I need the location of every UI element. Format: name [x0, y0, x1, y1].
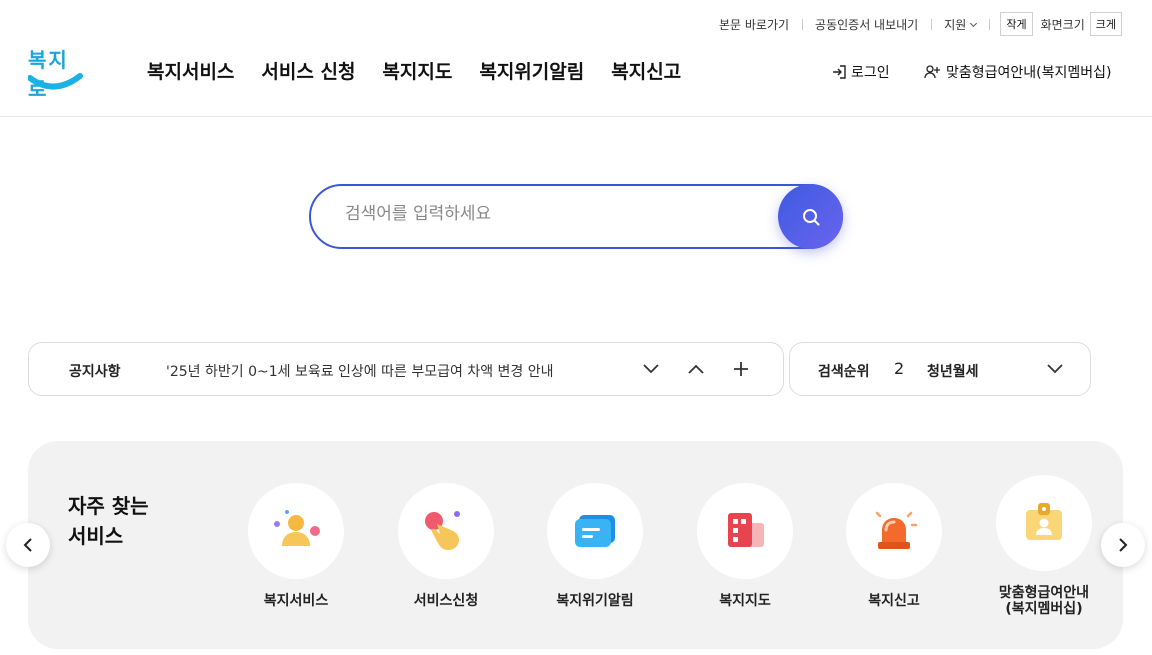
user-add-icon [924, 65, 940, 79]
plus-icon [734, 362, 748, 376]
search-button[interactable] [778, 184, 843, 249]
chevron-down-icon [970, 19, 978, 27]
nav-welfare-map[interactable]: 복지지도 [382, 57, 452, 84]
login-icon [833, 65, 846, 79]
service-icon-circle [398, 483, 494, 579]
service-label-line1: 맞춤형급여안내 [998, 585, 1090, 601]
frequent-services: 자주 찾는 서비스 복지서비스 서비스신청 복지위기알림 복지지도 복지신고 맞… [28, 441, 1123, 649]
notice-label: 공지사항 [69, 364, 121, 380]
person-icon [274, 510, 320, 546]
service-icon-circle [996, 475, 1092, 571]
service-item[interactable]: 복지지도 [675, 483, 815, 609]
membership-button[interactable]: 맞춤형급여안내(복지멤버십) [924, 62, 1111, 82]
font-large-button[interactable]: 크게 [1089, 12, 1122, 36]
section-title-line1: 자주 찾는 [68, 494, 149, 518]
notice-text[interactable]: '25년 하반기 0~1세 보육료 인상에 따른 부모급여 차액 변경 안내 [166, 361, 554, 381]
nav-service-apply[interactable]: 서비스 신청 [261, 57, 355, 84]
service-label: 복지서비스 [263, 593, 329, 609]
service-item[interactable]: 복지신고 [824, 483, 964, 609]
service-icon-circle [547, 483, 643, 579]
membership-label: 맞춤형급여안내(복지멤버십) [946, 65, 1112, 81]
export-cert-link[interactable]: 공동인증서 내보내기 [802, 16, 931, 33]
rank-term[interactable]: 청년월세 [927, 361, 979, 381]
service-item[interactable]: 서비스신청 [376, 483, 516, 609]
service-icon-circle [697, 483, 793, 579]
nav-crisis-alert[interactable]: 복지위기알림 [479, 57, 584, 84]
search-icon [802, 208, 819, 225]
chevron-down-icon [1047, 364, 1063, 374]
hand-tap-icon [425, 511, 460, 550]
search-input[interactable] [345, 204, 765, 224]
notice-prev-button[interactable] [683, 356, 709, 382]
utility-bar: 본문 바로가기 공동인증서 내보내기 지원 작게 화면크기 크게 [706, 12, 1122, 36]
notice-more-button[interactable] [728, 356, 754, 382]
service-label-line2: (복지멤버십) [1005, 601, 1083, 617]
skip-to-content-link[interactable]: 본문 바로가기 [706, 16, 802, 33]
service-label: 복지신고 [868, 593, 920, 609]
service-label: 맞춤형급여안내 (복지멤버십) [974, 585, 1114, 617]
search-box [309, 184, 843, 249]
carousel-prev-button[interactable] [6, 523, 50, 567]
rank-label: 검색순위 [818, 364, 870, 380]
rank-number: 2 [894, 359, 905, 378]
logo[interactable]: 복지로 [28, 44, 84, 101]
service-label: 복지위기알림 [556, 593, 634, 609]
login-button[interactable]: 로그인 [831, 62, 890, 82]
service-icon-circle [846, 483, 942, 579]
chevron-down-icon [643, 364, 659, 374]
nav-welfare-service[interactable]: 복지서비스 [147, 57, 234, 84]
service-icon-circle [248, 483, 344, 579]
building-icon [728, 513, 764, 547]
chevron-right-icon [1119, 538, 1128, 552]
service-item[interactable]: 복지위기알림 [525, 483, 665, 609]
service-item[interactable]: 맞춤형급여안내 (복지멤버십) [974, 475, 1114, 617]
chevron-left-icon [23, 538, 32, 552]
service-label: 복지지도 [719, 593, 771, 609]
support-label: 지원 [944, 17, 967, 32]
carousel-next-button[interactable] [1101, 523, 1145, 567]
header-divider [0, 116, 1152, 117]
chevron-up-icon [688, 364, 704, 374]
main-nav: 복지서비스 서비스 신청 복지지도 복지위기알림 복지신고 [147, 57, 681, 84]
rank-expand-button[interactable] [1042, 356, 1068, 382]
nav-welfare-report[interactable]: 복지신고 [611, 57, 681, 84]
service-label: 서비스신청 [413, 593, 479, 609]
font-size-label: 화면크기 [1040, 17, 1085, 32]
login-label: 로그인 [851, 65, 890, 81]
message-icon [575, 515, 615, 547]
support-menu[interactable]: 지원 [931, 16, 989, 33]
font-small-button[interactable]: 작게 [1000, 12, 1033, 36]
siren-icon [875, 511, 918, 549]
section-title: 자주 찾는 서비스 [68, 491, 149, 551]
id-badge-icon [1026, 503, 1062, 540]
section-title-line2: 서비스 [68, 524, 124, 548]
notice-bar: 공지사항 '25년 하반기 0~1세 보육료 인상에 따른 부모급여 차액 변경… [28, 342, 784, 396]
search-rank-bar: 검색순위 2 청년월세 [789, 342, 1091, 396]
divider [989, 18, 991, 30]
notice-next-button[interactable] [638, 356, 664, 382]
logo-smile-icon [28, 73, 83, 90]
service-item[interactable]: 복지서비스 [226, 483, 366, 609]
